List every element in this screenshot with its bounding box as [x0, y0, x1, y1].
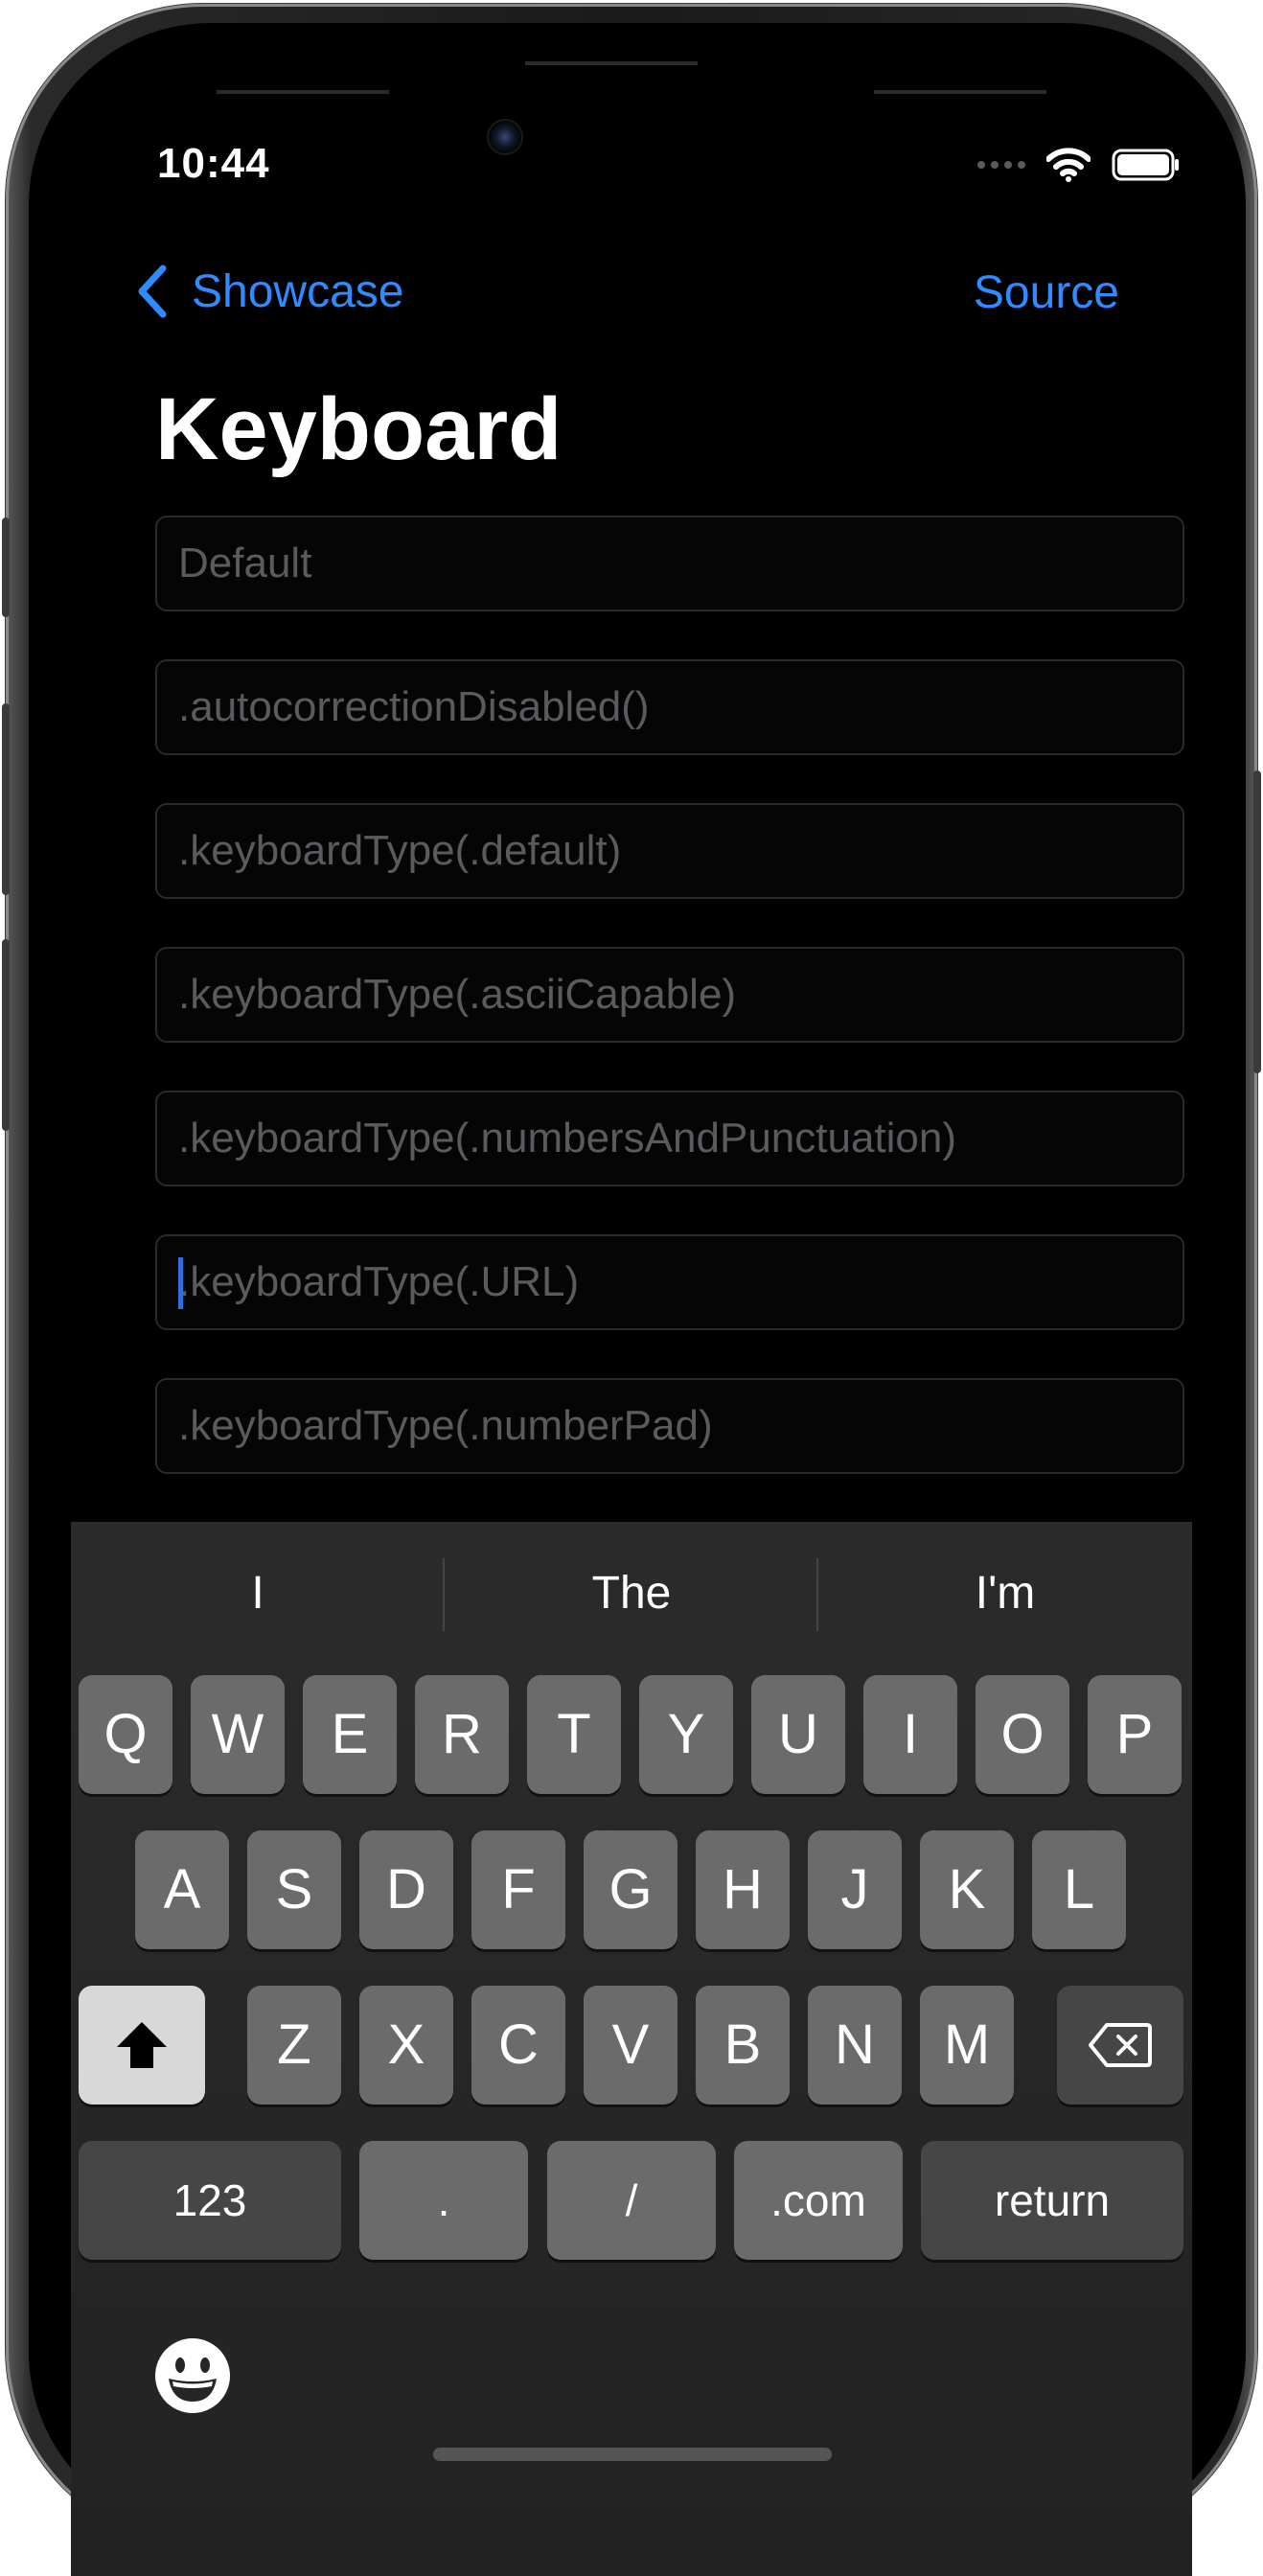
field-placeholder: .keyboardType(.URL) — [178, 1258, 580, 1305]
suggestion-2[interactable]: The — [445, 1522, 818, 1675]
field-placeholder: .keyboardType(.asciiCapable) — [178, 971, 737, 1018]
key-z[interactable]: Z — [247, 1986, 341, 2104]
key-l[interactable]: L — [1032, 1830, 1126, 1949]
return-key[interactable]: return — [921, 2141, 1183, 2260]
page-title: Keyboard — [155, 380, 563, 478]
chevron-left-icon — [138, 264, 167, 318]
text-field-numbers-punctuation[interactable]: .keyboardType(.numbersAndPunctuation) — [155, 1091, 1184, 1186]
text-caret — [178, 1257, 183, 1309]
key-b[interactable]: B — [696, 1986, 790, 2104]
key-y[interactable]: Y — [639, 1675, 733, 1794]
field-placeholder: .autocorrectionDisabled() — [178, 683, 650, 730]
key-v[interactable]: V — [584, 1986, 677, 2104]
back-label: Showcase — [192, 265, 404, 317]
battery-icon — [1112, 149, 1179, 181]
text-field-autocorrection-disabled[interactable]: .autocorrectionDisabled() — [155, 659, 1184, 755]
emoji-button[interactable] — [153, 2336, 232, 2415]
suggestion-1[interactable]: I — [71, 1522, 445, 1675]
antenna-line — [525, 61, 698, 65]
front-camera — [487, 119, 523, 155]
key-u[interactable]: U — [751, 1675, 845, 1794]
numbers-key[interactable]: 123 — [79, 2141, 341, 2260]
key-c[interactable]: C — [471, 1986, 565, 2104]
key-s[interactable]: S — [247, 1830, 341, 1949]
key-p[interactable]: P — [1088, 1675, 1182, 1794]
cellular-signal-icon — [977, 161, 1025, 169]
antenna-line — [217, 90, 389, 94]
key-h[interactable]: H — [696, 1830, 790, 1949]
key-k[interactable]: K — [920, 1830, 1014, 1949]
field-placeholder: .keyboardType(.numbersAndPunctuation) — [178, 1115, 957, 1162]
volume-up-button — [2, 703, 10, 895]
key-w[interactable]: W — [191, 1675, 285, 1794]
slash-key[interactable]: / — [547, 2141, 716, 2260]
key-e[interactable]: E — [303, 1675, 397, 1794]
text-field-url[interactable]: .keyboardType(.URL) — [155, 1234, 1184, 1330]
status-icons — [977, 148, 1181, 182]
key-j[interactable]: J — [808, 1830, 902, 1949]
antenna-line — [874, 90, 1046, 94]
dotcom-key[interactable]: .com — [734, 2141, 903, 2260]
field-placeholder: .keyboardType(.numberPad) — [178, 1402, 713, 1449]
volume-down-button — [2, 939, 10, 1131]
status-time: 10:44 — [157, 140, 270, 187]
key-i[interactable]: I — [863, 1675, 957, 1794]
key-n[interactable]: N — [808, 1986, 902, 2104]
field-placeholder: .keyboardType(.default) — [178, 827, 622, 874]
home-indicator[interactable] — [433, 2448, 832, 2461]
text-field-keyboard-default[interactable]: .keyboardType(.default) — [155, 803, 1184, 899]
text-field-ascii-capable[interactable]: .keyboardType(.asciiCapable) — [155, 947, 1184, 1043]
text-field-default[interactable]: Default — [155, 516, 1184, 611]
back-button[interactable]: Showcase — [134, 263, 403, 320]
wifi-icon — [1046, 148, 1091, 182]
key-g[interactable]: G — [584, 1830, 677, 1949]
dot-key[interactable]: . — [359, 2141, 528, 2260]
key-m[interactable]: M — [920, 1986, 1014, 2104]
field-placeholder: Default — [178, 540, 312, 586]
keyboard: I The I'm Q W E R T Y U I O P A S D F G … — [71, 1522, 1192, 2576]
delete-icon — [1089, 2023, 1152, 2067]
shift-icon — [117, 2022, 167, 2068]
action-button — [2, 518, 10, 617]
emoji-icon — [155, 2338, 230, 2413]
key-a[interactable]: A — [135, 1830, 229, 1949]
delete-key[interactable] — [1057, 1986, 1183, 2104]
key-x[interactable]: X — [359, 1986, 453, 2104]
suggestion-3[interactable]: I'm — [818, 1522, 1192, 1675]
text-field-number-pad[interactable]: .keyboardType(.numberPad) — [155, 1378, 1184, 1474]
key-r[interactable]: R — [415, 1675, 509, 1794]
key-t[interactable]: T — [527, 1675, 621, 1794]
key-d[interactable]: D — [359, 1830, 453, 1949]
power-button — [1253, 770, 1261, 1073]
key-q[interactable]: Q — [79, 1675, 172, 1794]
key-f[interactable]: F — [471, 1830, 565, 1949]
shift-key[interactable] — [79, 1986, 205, 2104]
key-o[interactable]: O — [976, 1675, 1069, 1794]
source-button[interactable]: Source — [974, 266, 1119, 319]
